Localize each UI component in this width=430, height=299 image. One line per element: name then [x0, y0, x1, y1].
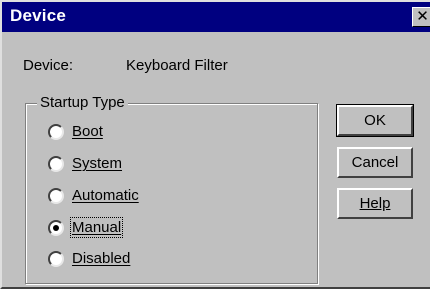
ok-button[interactable]: OK [336, 104, 414, 137]
radio-label-manual: Manual [69, 217, 124, 238]
radio-button-icon[interactable] [48, 156, 64, 172]
window-title: Device [10, 6, 67, 25]
radio-label-system: System [72, 155, 123, 172]
radio-label-automatic: Automatic [72, 187, 139, 204]
startup-type-group [25, 103, 318, 284]
radio-label-disabled: Disabled [72, 250, 131, 267]
radio-button-icon[interactable] [48, 220, 64, 236]
radio-label-boot: Boot [72, 123, 103, 140]
device-dialog: Device ✕ Device: Keyboard Filter Startup… [0, 0, 430, 289]
close-icon[interactable]: ✕ [412, 7, 430, 27]
radio-selected-dot-icon [53, 225, 59, 231]
startup-type-label: Startup Type [37, 94, 128, 111]
radio-button-icon[interactable] [48, 251, 64, 267]
device-label: Device: [23, 57, 74, 74]
radio-button-icon[interactable] [48, 124, 64, 140]
radio-button-icon[interactable] [48, 188, 64, 204]
device-value: Keyboard Filter [126, 57, 228, 74]
cancel-button[interactable]: Cancel [337, 147, 413, 178]
help-button-label: Help [359, 195, 391, 212]
title-bar[interactable]: Device ✕ [2, 2, 430, 32]
help-button[interactable]: Help [337, 188, 413, 219]
